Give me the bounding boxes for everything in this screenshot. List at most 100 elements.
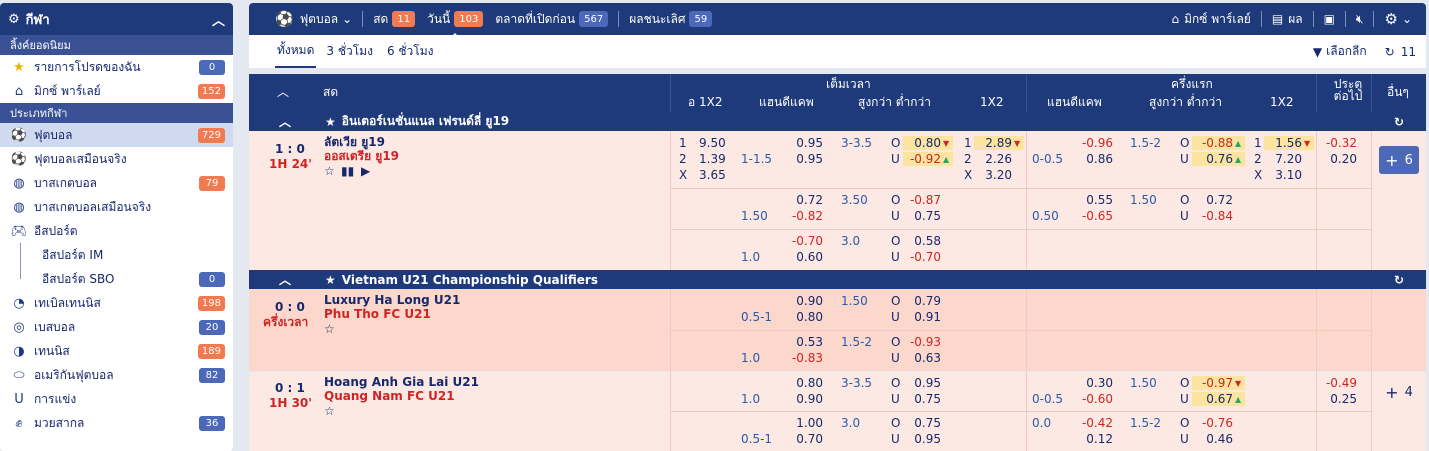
play-video-icon[interactable]: ▶ xyxy=(361,164,370,178)
odds[interactable]: 0.70 xyxy=(789,432,823,446)
odds[interactable]: -0.49 xyxy=(1319,376,1357,390)
sidebar-item-football[interactable]: ⚽ ฟุตบอล 729 xyxy=(0,123,233,147)
odds[interactable]: 0.20 xyxy=(1319,152,1357,166)
stats-icon[interactable]: ▮▮ xyxy=(341,164,354,178)
sidebar-item-baseball[interactable]: ◎ เบสบอล 20 xyxy=(0,315,233,339)
odds[interactable]: 0.75 xyxy=(903,392,941,406)
filter-all[interactable]: ทั้งหมด xyxy=(275,35,317,68)
odds[interactable]: 0.30 xyxy=(1076,376,1113,390)
odds[interactable]: 3.10 xyxy=(1264,168,1302,182)
odds[interactable]: 0.55 xyxy=(1076,193,1113,207)
star-icon[interactable]: ★ xyxy=(325,273,336,287)
odds[interactable]: 0.90 xyxy=(789,294,823,308)
tv-button[interactable]: ▣ xyxy=(1318,12,1341,26)
league-filter-button[interactable]: ▼ เลือกลีก xyxy=(1313,42,1367,61)
odds[interactable]: -0.93 xyxy=(903,335,941,349)
odds[interactable]: -0.65 xyxy=(1076,209,1113,223)
odds[interactable]: 2.26 xyxy=(974,152,1012,166)
odds[interactable]: 0.58 xyxy=(903,234,941,248)
odds[interactable]: 1.00 xyxy=(789,416,823,430)
odds[interactable]: 0.80 xyxy=(789,310,823,324)
more-markets-button[interactable]: +4 xyxy=(1379,378,1419,406)
sidebar-item-favorites[interactable]: ★ รายการโปรดของฉัน 0 xyxy=(0,55,233,79)
odds[interactable]: 0.60 xyxy=(789,250,823,264)
filter-3h[interactable]: 3 ชั่วโมง xyxy=(326,42,373,61)
star-icon[interactable]: ☆ xyxy=(324,322,335,336)
sidebar-item-esports-im[interactable]: อีสปอร์ต IM xyxy=(0,243,233,267)
divider xyxy=(1371,372,1372,451)
collapse-all-icon[interactable]: ︿ xyxy=(277,85,289,99)
mix-parlay-button[interactable]: ⌂ มิกซ์ พาร์เลย์ xyxy=(1166,10,1257,29)
refresh-icon[interactable]: ↻ xyxy=(1394,273,1404,287)
odds[interactable]: 0.46 xyxy=(1192,432,1233,446)
chevron-up-icon[interactable]: ︿ xyxy=(279,113,291,130)
star-icon[interactable]: ☆ xyxy=(324,164,335,178)
odds[interactable]: 0.75 xyxy=(903,209,941,223)
odds[interactable]: -0.70 xyxy=(903,250,941,264)
sidebar-item-table-tennis[interactable]: ◔ เทเบิลเทนนิส 198 xyxy=(0,291,233,315)
chevron-up-icon[interactable]: ︿ xyxy=(279,271,291,288)
divider xyxy=(1026,131,1027,270)
odds[interactable]: 0.80 xyxy=(789,376,823,390)
odds[interactable]: 1.39 xyxy=(699,152,726,166)
odds[interactable]: 0.90 xyxy=(789,392,823,406)
plus-icon: + xyxy=(1385,382,1399,402)
sidebar-item-american-football[interactable]: ⬭ อเมริกันฟุตบอล 82 xyxy=(0,363,233,387)
odds[interactable]: 3.20 xyxy=(974,168,1012,182)
sidebar-item-basketball[interactable]: ◍ บาสเกตบอล 79 xyxy=(0,171,233,195)
refresh-icon[interactable]: ↻ xyxy=(1394,115,1404,129)
sidebar-item-esports-sbo[interactable]: อีสปอร์ต SBO 0 xyxy=(0,267,233,291)
sport-selector[interactable]: ⚽ ฟุตบอล ⌄ xyxy=(249,10,358,29)
odds[interactable]: 0.95 xyxy=(789,152,823,166)
tab-outright[interactable]: ผลชนะเลิศ 59 xyxy=(623,10,718,29)
sidebar-item-boxing[interactable]: ✊︎ มวยสากล 36 xyxy=(0,411,233,435)
star-icon[interactable]: ☆ xyxy=(324,404,335,418)
odds[interactable]: -0.83 xyxy=(789,351,823,365)
odds[interactable]: 0.95 xyxy=(903,376,941,390)
sidebar-item-virtual-football[interactable]: ⚽ ฟุตบอลเสมือนจริง xyxy=(0,147,233,171)
odds[interactable]: 0.86 xyxy=(1076,152,1113,166)
settings-button[interactable]: ⚙ ⌄ xyxy=(1378,10,1426,28)
odds[interactable]: -0.96 xyxy=(1076,136,1113,150)
odds[interactable]: 0.95 xyxy=(789,136,823,150)
odds[interactable]: 0.79 xyxy=(903,294,941,308)
league-header[interactable]: ︿ ★ อินเตอร์เนชั่นแนล เฟรนด์ลี่ ยู19 ↻ xyxy=(249,112,1426,131)
tab-today[interactable]: วันนี้ 103 xyxy=(421,10,489,38)
odds[interactable]: 0.72 xyxy=(789,193,823,207)
odds[interactable]: -0.76 xyxy=(1192,416,1233,430)
tab-early[interactable]: ตลาดที่เปิดก่อน 567 xyxy=(489,10,614,29)
sidebar-item-virtual-basketball[interactable]: ◍ บาสเกตบอลเสมือนจริง xyxy=(0,195,233,219)
sidebar-item-racing[interactable]: Ս การแข่ง xyxy=(0,387,233,411)
odds[interactable]: -0.87 xyxy=(903,193,941,207)
filter-6h[interactable]: 6 ชั่วโมง xyxy=(387,42,434,61)
odds[interactable]: 3.65 xyxy=(699,168,726,182)
odds[interactable]: 0.12 xyxy=(1076,432,1113,446)
odds[interactable]: 0.72 xyxy=(1192,193,1233,207)
odds[interactable]: 0.53 xyxy=(789,335,823,349)
more-markets-button[interactable]: +6 xyxy=(1379,146,1419,174)
sidebar-header[interactable]: ⚙ กีฬา ︿ xyxy=(0,3,233,35)
odds[interactable]: 7.20 xyxy=(1264,152,1302,166)
odds[interactable]: 0.95 xyxy=(903,432,941,446)
odds[interactable]: -0.60 xyxy=(1076,392,1113,406)
odds[interactable]: -0.82 xyxy=(789,209,823,223)
chevron-up-icon[interactable]: ︿ xyxy=(212,10,225,29)
mute-button[interactable]: 🔇︎ xyxy=(1350,12,1370,27)
sidebar-item-parlay[interactable]: ⌂ มิกซ์ พาร์เลย์ 152 xyxy=(0,79,233,103)
odds[interactable]: 0.91 xyxy=(903,310,941,324)
odds[interactable]: 0.63 xyxy=(903,351,941,365)
odds[interactable]: 0.25 xyxy=(1319,392,1357,406)
sidebar-item-tennis[interactable]: ◑ เทนนิส 189 xyxy=(0,339,233,363)
league-header[interactable]: ︿ ★ Vietnam U21 Championship Qualifiers … xyxy=(249,270,1426,289)
results-button[interactable]: ▤ ผล xyxy=(1266,10,1309,29)
odds[interactable]: -0.42 xyxy=(1076,416,1113,430)
odds[interactable]: -0.32 xyxy=(1319,136,1357,150)
odds[interactable]: -0.70 xyxy=(789,234,823,248)
odds[interactable]: 9.50 xyxy=(699,136,726,150)
star-icon[interactable]: ★ xyxy=(325,115,336,129)
refresh-button[interactable]: ↻ 11 xyxy=(1385,45,1416,59)
odds[interactable]: -0.84 xyxy=(1192,209,1233,223)
sidebar-item-esports[interactable]: 🎮︎ อีสปอร์ต xyxy=(0,219,233,243)
odds[interactable]: 0.75 xyxy=(903,416,941,430)
tab-live[interactable]: สด 11 xyxy=(367,10,421,29)
